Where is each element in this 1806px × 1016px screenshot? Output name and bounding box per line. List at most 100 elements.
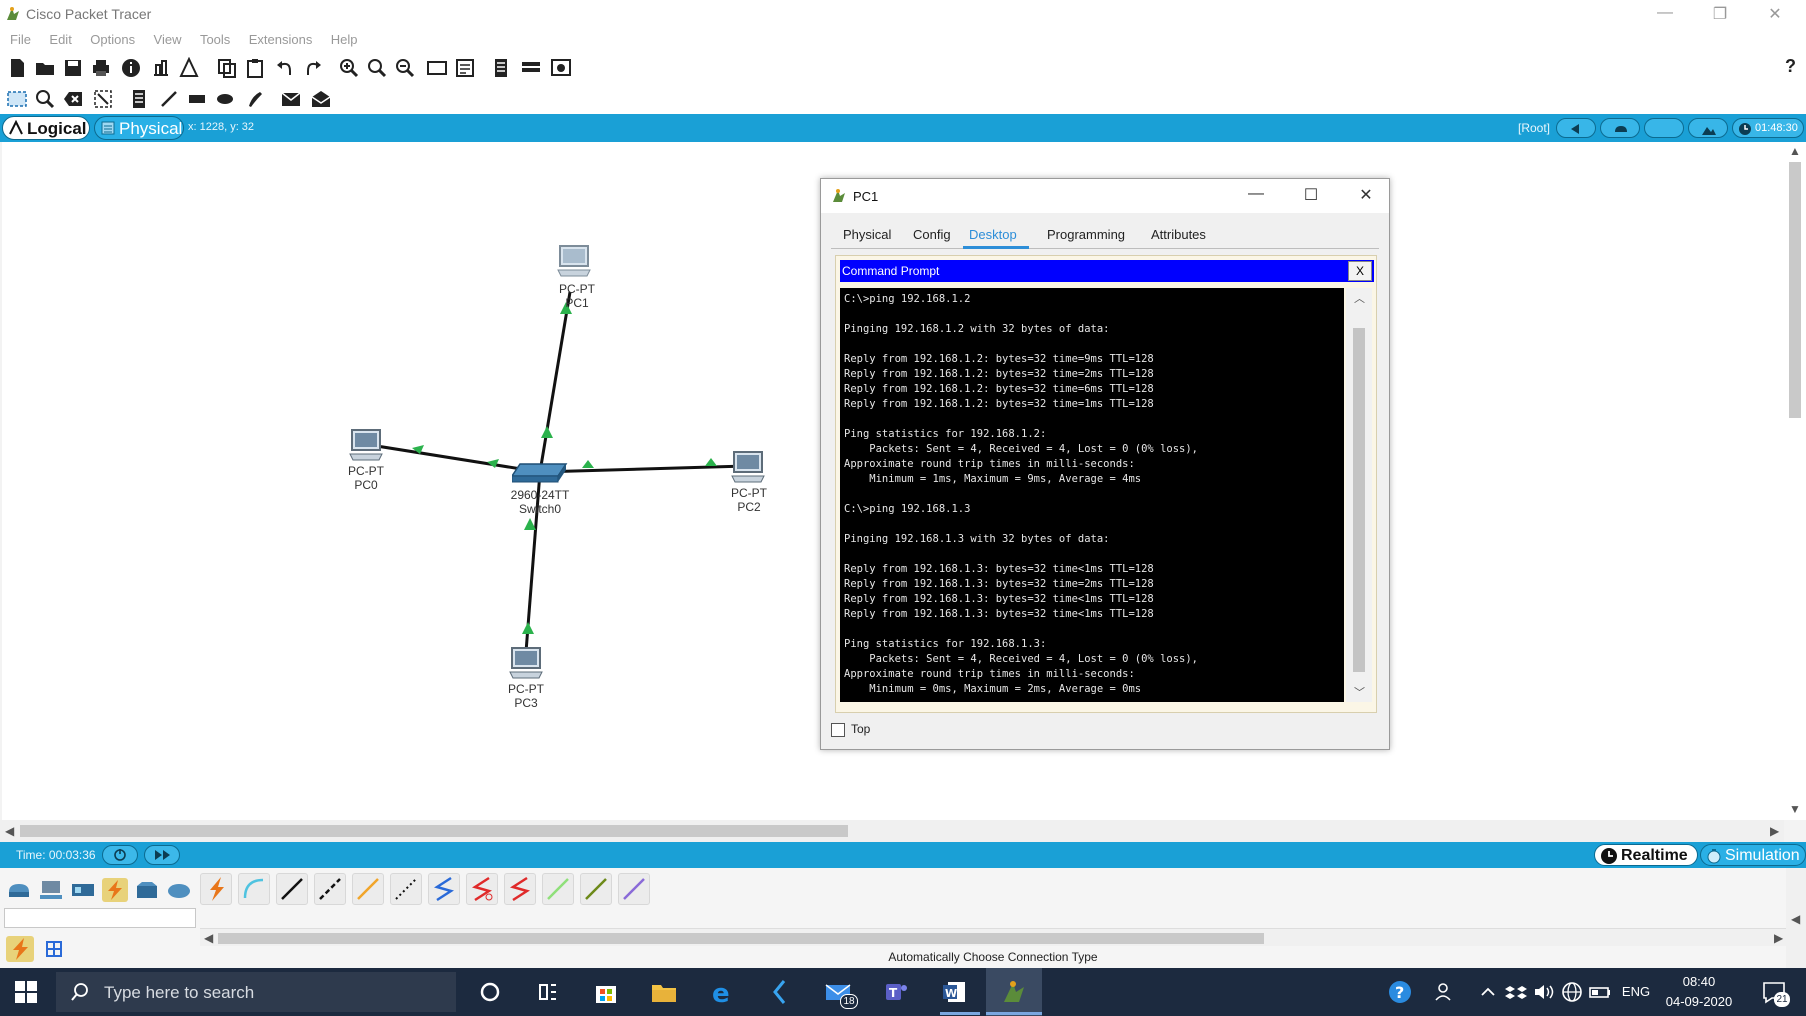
dropbox-icon[interactable] bbox=[1502, 978, 1530, 1006]
palette-vertical-scrollbar[interactable]: ◀ bbox=[1786, 868, 1806, 968]
task-view-icon[interactable] bbox=[534, 978, 562, 1006]
taskbar-search-box[interactable]: Type here to search bbox=[56, 972, 456, 1012]
battery-icon[interactable] bbox=[1586, 978, 1614, 1006]
grid-subcategory-icon[interactable] bbox=[40, 936, 68, 962]
octal-cable-button[interactable] bbox=[542, 873, 574, 905]
select-icon[interactable] bbox=[6, 88, 28, 110]
file-explorer-icon[interactable] bbox=[650, 978, 678, 1006]
connections-icon[interactable] bbox=[102, 878, 128, 902]
pc1-dialog-titlebar[interactable]: PC1 — ☐ ✕ bbox=[821, 179, 1389, 213]
teams-icon[interactable]: T bbox=[882, 978, 910, 1006]
new-file-icon[interactable] bbox=[6, 57, 28, 79]
dialog-maximize-button[interactable]: ☐ bbox=[1296, 185, 1326, 205]
inspect-icon[interactable] bbox=[34, 88, 56, 110]
tab-physical[interactable]: Physical bbox=[843, 227, 891, 242]
redo-icon[interactable] bbox=[302, 57, 324, 79]
palette-horizontal-scrollbar[interactable]: ◀ ▶ bbox=[200, 928, 1790, 946]
auto-connection-button[interactable] bbox=[200, 873, 232, 905]
terminal-scroll-up[interactable]: ︿ bbox=[1354, 290, 1365, 306]
realtime-mode-button[interactable]: Realtime bbox=[1594, 844, 1698, 866]
tab-attributes[interactable]: Attributes bbox=[1151, 227, 1206, 242]
palette-collapse-arrow[interactable]: ◀ bbox=[1791, 912, 1800, 926]
simulation-mode-button[interactable]: Simulation bbox=[1700, 844, 1806, 866]
info-icon[interactable] bbox=[120, 57, 142, 79]
scroll-down-arrow[interactable]: ▼ bbox=[1789, 802, 1801, 816]
device-search-input[interactable] bbox=[4, 908, 196, 928]
screenshot-icon[interactable] bbox=[550, 57, 572, 79]
zoom-reset-icon[interactable] bbox=[366, 57, 388, 79]
document-icon[interactable] bbox=[490, 57, 512, 79]
dialog-close-button[interactable]: ✕ bbox=[1351, 185, 1381, 205]
serial-dce-button[interactable] bbox=[466, 873, 498, 905]
usb-cable-button[interactable] bbox=[618, 873, 650, 905]
device-list-icon[interactable] bbox=[520, 57, 542, 79]
zoom-in-icon[interactable] bbox=[338, 57, 360, 79]
pc2-device-icon[interactable] bbox=[728, 450, 768, 486]
drawing-palette-icon[interactable] bbox=[426, 57, 448, 79]
network-info-icon[interactable] bbox=[150, 57, 172, 79]
word-icon[interactable]: W bbox=[940, 978, 968, 1006]
set-background-button[interactable] bbox=[1688, 118, 1728, 138]
taskbar-clock-date[interactable]: 04-09-2020 bbox=[1656, 994, 1742, 1009]
activity-wizard-icon[interactable] bbox=[178, 57, 200, 79]
new-cluster-button[interactable] bbox=[1600, 118, 1640, 138]
top-checkbox[interactable] bbox=[831, 723, 845, 737]
terminal-scroll-down[interactable]: ﹀ bbox=[1354, 684, 1365, 700]
dialog-minimize-button[interactable]: — bbox=[1241, 185, 1271, 203]
tab-desktop[interactable]: Desktop bbox=[969, 227, 1017, 242]
tab-config[interactable]: Config bbox=[913, 227, 951, 242]
open-folder-icon[interactable] bbox=[34, 57, 56, 79]
language-indicator[interactable]: ENG bbox=[1618, 984, 1654, 999]
edge-icon[interactable]: e bbox=[708, 978, 736, 1006]
mail-app[interactable]: 18 bbox=[824, 978, 858, 1009]
viewport-clock[interactable]: 01:48:30 bbox=[1732, 118, 1804, 138]
restore-button[interactable]: ❐ bbox=[1705, 4, 1735, 24]
copper-straight-button[interactable] bbox=[276, 873, 308, 905]
print-icon[interactable] bbox=[90, 57, 112, 79]
help-button[interactable]: ? bbox=[1785, 56, 1796, 77]
draw-line-icon[interactable] bbox=[158, 88, 180, 110]
serial-dte-button[interactable] bbox=[504, 873, 536, 905]
terminal-scrollbar[interactable]: ︿ ﹀ bbox=[1346, 288, 1372, 702]
windows-start-icon[interactable] bbox=[14, 980, 38, 1004]
terminal-scroll-thumb[interactable] bbox=[1353, 328, 1365, 672]
vertical-scroll-thumb[interactable] bbox=[1789, 162, 1801, 418]
close-button[interactable]: ✕ bbox=[1760, 4, 1790, 24]
multiuser-icon[interactable] bbox=[166, 878, 192, 902]
fast-forward-button[interactable] bbox=[144, 845, 180, 865]
custom-device-icon[interactable] bbox=[454, 57, 476, 79]
connections-subcategory-icon[interactable] bbox=[6, 936, 34, 962]
help-tray-icon[interactable]: ? bbox=[1386, 978, 1414, 1006]
pc3-device-icon[interactable] bbox=[506, 646, 546, 682]
terminal-output[interactable]: C:\>ping 192.168.1.2 Pinging 192.168.1.2… bbox=[840, 288, 1344, 702]
console-cable-button[interactable] bbox=[238, 873, 270, 905]
workspace-vertical-scrollbar[interactable]: ▲ ▼ bbox=[1784, 142, 1806, 820]
minimize-button[interactable]: — bbox=[1650, 4, 1680, 22]
workspace-horizontal-scrollbar[interactable]: ◀ ▶ bbox=[0, 820, 1784, 842]
menu-view[interactable]: View bbox=[154, 32, 182, 47]
fiber-button[interactable] bbox=[352, 873, 384, 905]
freeform-icon[interactable] bbox=[244, 88, 266, 110]
palette-scroll-left[interactable]: ◀ bbox=[204, 931, 213, 945]
move-object-button[interactable] bbox=[1644, 118, 1684, 138]
pc0-device-icon[interactable] bbox=[346, 428, 386, 464]
copper-cross-button[interactable] bbox=[314, 873, 346, 905]
save-icon[interactable] bbox=[62, 57, 84, 79]
command-prompt-close-button[interactable]: X bbox=[1348, 261, 1372, 281]
horizontal-scroll-thumb[interactable] bbox=[20, 825, 848, 837]
complex-pdu-icon[interactable] bbox=[310, 88, 332, 110]
undo-icon[interactable] bbox=[274, 57, 296, 79]
end-devices-icon[interactable] bbox=[38, 878, 64, 902]
palette-scroll-right[interactable]: ▶ bbox=[1774, 931, 1783, 945]
pc1-device-icon[interactable] bbox=[554, 244, 594, 280]
packet-tracer-taskbar-button[interactable] bbox=[986, 968, 1042, 1016]
draw-ellipse-icon[interactable] bbox=[214, 88, 236, 110]
back-button[interactable] bbox=[1556, 118, 1596, 138]
cortana-icon[interactable] bbox=[476, 978, 504, 1006]
vscode-icon[interactable] bbox=[766, 978, 794, 1006]
menu-file[interactable]: File bbox=[10, 32, 31, 47]
menu-help[interactable]: Help bbox=[331, 32, 358, 47]
menu-tools[interactable]: Tools bbox=[200, 32, 230, 47]
volume-icon[interactable] bbox=[1530, 978, 1558, 1006]
store-icon[interactable] bbox=[592, 978, 620, 1006]
